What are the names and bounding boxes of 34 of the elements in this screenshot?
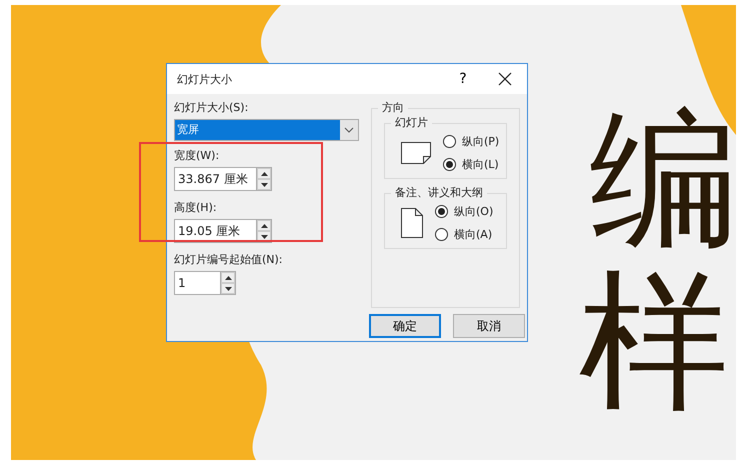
- radio-option[interactable]: 横向(A): [435, 227, 494, 242]
- caret-icon: [344, 127, 354, 133]
- size-dropdown[interactable]: 宽屏: [174, 119, 359, 141]
- spin-down-button[interactable]: [221, 283, 235, 294]
- input-field[interactable]: 1: [174, 271, 220, 295]
- up-icon: [260, 224, 268, 228]
- input-field[interactable]: 19.05 厘米: [174, 219, 256, 243]
- down-icon: [224, 286, 232, 290]
- up-icon: [260, 172, 268, 176]
- input-field[interactable]: 33.867 厘米: [174, 167, 256, 191]
- field-label: 高度(H):: [174, 200, 217, 216]
- spin-up-button[interactable]: [257, 168, 271, 179]
- portrait-page-icon: [401, 208, 423, 238]
- ok-button[interactable]: 确定: [369, 314, 441, 338]
- field-label: 宽度(W):: [174, 148, 220, 164]
- radio-option[interactable]: 纵向(P): [443, 134, 500, 149]
- down-icon: [260, 234, 268, 238]
- window-title: 幻灯片大小: [177, 72, 233, 86]
- slide-title-text: 编: [589, 105, 736, 255]
- field-label: 幻灯片编号起始值(N):: [174, 252, 283, 268]
- spin-up-button[interactable]: [257, 220, 271, 231]
- help-button[interactable]: ?: [443, 65, 483, 93]
- radio-option[interactable]: 纵向(O): [435, 204, 494, 219]
- slide-title-text: 样: [579, 267, 729, 417]
- spin-up-button[interactable]: [221, 272, 235, 283]
- cancel-button[interactable]: 取消: [453, 314, 525, 338]
- spin-down-button[interactable]: [257, 179, 271, 190]
- group-title: 备注、讲义和大纲: [391, 185, 487, 201]
- up-icon: [224, 276, 232, 280]
- radio-option[interactable]: 横向(L): [443, 157, 500, 172]
- close-icon: [498, 72, 512, 86]
- landscape-page-icon: [401, 142, 431, 164]
- field-label: 幻灯片大小(S):: [174, 100, 248, 116]
- down-icon: [260, 182, 268, 186]
